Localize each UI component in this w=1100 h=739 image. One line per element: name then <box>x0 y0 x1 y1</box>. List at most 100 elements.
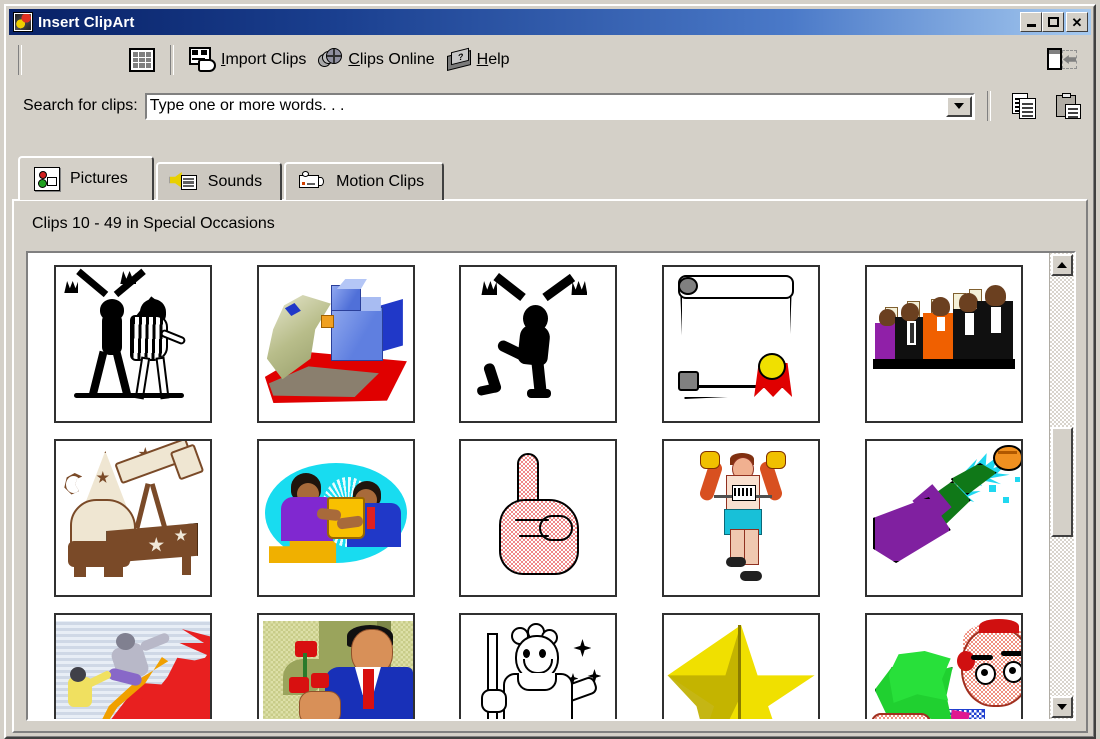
forward-button[interactable] <box>77 42 123 78</box>
maximize-button[interactable] <box>1042 12 1064 32</box>
clip-cell[interactable] <box>842 257 1045 431</box>
clip-thumbnail-champagne-bottle-popping[interactable] <box>864 439 1023 597</box>
change-view-button[interactable] <box>1041 42 1083 78</box>
clip-art-man-in-suit-with-roses <box>259 615 413 719</box>
clips-grid-viewport <box>28 253 1049 719</box>
clip-thumbnail-man-holding-cash[interactable] <box>864 613 1023 719</box>
clip-thumbnail-line-art-cartoon-person[interactable] <box>459 613 618 719</box>
all-categories-grid-icon <box>129 48 155 72</box>
clip-thumbnail-two-celebrating-stick-figures[interactable] <box>54 265 213 423</box>
clip-art-number-one-hand <box>461 441 615 595</box>
scrollbar-track[interactable] <box>1050 277 1074 695</box>
vertical-scrollbar[interactable] <box>1049 253 1074 719</box>
clip-thumbnail-gold-star[interactable] <box>662 613 821 719</box>
import-clips-button[interactable]: Import Clips <box>183 42 312 78</box>
clip-thumbnail-number-one-hand[interactable] <box>459 439 618 597</box>
clip-art-man-holding-cash <box>866 615 1021 719</box>
clips-online-label: Clips Online <box>348 51 435 68</box>
clip-thumbnail-dancing-silhouette[interactable] <box>459 265 618 423</box>
tab-pictures[interactable]: Pictures <box>18 156 154 200</box>
change-to-smaller-window-icon <box>1047 48 1077 72</box>
tab-sounds[interactable]: Sounds <box>155 162 283 200</box>
scroll-down-button[interactable] <box>1051 696 1073 718</box>
clips-list-box <box>26 251 1076 721</box>
search-label: Search for clips: <box>23 97 138 114</box>
search-separator <box>987 91 991 121</box>
caption-button-group: ✕ <box>1020 12 1089 32</box>
clip-cell[interactable] <box>640 257 843 431</box>
paste-button[interactable] <box>1047 88 1091 124</box>
insert-clipart-window: Insert ClipArt ✕ Import Clips Clips Onli… <box>0 0 1100 739</box>
clip-art-wizard-with-telescope <box>56 441 210 595</box>
close-button[interactable]: ✕ <box>1066 12 1088 32</box>
search-combobox[interactable] <box>144 92 975 120</box>
clip-cell[interactable] <box>235 431 438 605</box>
clip-art-crowd-toasting <box>867 267 1021 421</box>
clip-thumbnail-victorious-runner[interactable] <box>662 439 821 597</box>
clips-online-button[interactable]: Clips Online <box>312 42 440 78</box>
search-dropdown-button[interactable] <box>946 95 972 117</box>
clip-thumbnail-award-presentation[interactable] <box>256 439 415 597</box>
clip-cell[interactable] <box>437 605 640 719</box>
clip-thumbnail-blue-gift-boxes-on-red-carpet[interactable] <box>256 265 415 423</box>
paste-icon <box>1056 93 1082 119</box>
clip-art-award-presentation <box>259 441 413 595</box>
clips-grid <box>28 253 1049 719</box>
clip-cell[interactable] <box>235 257 438 431</box>
clip-art-line-art-cartoon-person <box>461 615 615 719</box>
clips-panel: Clips 10 - 49 in Special Occasions <box>12 199 1088 733</box>
help-button[interactable]: ? Help <box>441 42 516 78</box>
clip-cell[interactable] <box>32 257 235 431</box>
clips-online-globe-icon <box>318 48 344 72</box>
clip-cell[interactable] <box>235 605 438 719</box>
clip-thumbnail-wizard-with-telescope[interactable] <box>54 439 213 597</box>
help-book-icon: ? <box>446 47 473 71</box>
clip-cell[interactable] <box>437 257 640 431</box>
triangle-up-icon <box>1057 262 1067 268</box>
maximize-icon <box>1047 17 1059 27</box>
toolbar-right-group <box>1041 42 1091 78</box>
motion-clips-icon <box>298 169 326 195</box>
copy-icon <box>1012 93 1038 119</box>
sounds-icon <box>169 169 198 195</box>
clip-cell[interactable] <box>640 605 843 719</box>
triangle-down-icon <box>1057 704 1067 710</box>
clip-cell[interactable] <box>32 431 235 605</box>
title-bar[interactable]: Insert ClipArt ✕ <box>9 9 1091 35</box>
minimize-button[interactable] <box>1020 12 1042 32</box>
chevron-down-icon <box>954 103 964 109</box>
minimize-icon <box>1026 24 1036 27</box>
tab-sounds-label: Sounds <box>207 173 263 190</box>
tab-strip: Pictures Sounds Motion Clips <box>18 156 446 200</box>
clips-status-text: Clips 10 - 49 in Special Occasions <box>32 215 275 232</box>
toolbar-separator-0 <box>18 45 22 75</box>
clip-art-champagne-bottle-popping <box>867 441 1021 595</box>
search-input[interactable] <box>146 94 946 118</box>
all-categories-button[interactable] <box>123 42 161 78</box>
tab-pictures-label: Pictures <box>70 170 128 187</box>
clip-art-gold-star <box>664 615 818 719</box>
tab-motion-clips[interactable]: Motion Clips <box>284 162 445 200</box>
pictures-icon <box>34 167 60 191</box>
import-clips-icon <box>189 47 217 73</box>
clip-cell[interactable] <box>842 431 1045 605</box>
clip-thumbnail-people-climbing-red-arrow[interactable] <box>54 613 213 719</box>
scrollbar-thumb[interactable] <box>1051 427 1073 537</box>
window-frame: Insert ClipArt ✕ Import Clips Clips Onli… <box>4 4 1096 739</box>
clip-art-two-celebrating-stick-figures <box>56 267 210 421</box>
clip-cell[interactable] <box>32 605 235 719</box>
clip-thumbnail-crowd-toasting[interactable] <box>864 265 1023 423</box>
clip-art-people-climbing-red-arrow <box>56 615 211 719</box>
clip-cell[interactable] <box>437 431 640 605</box>
clip-cell[interactable] <box>640 431 843 605</box>
scroll-up-button[interactable] <box>1051 254 1073 276</box>
help-label: Help <box>476 51 510 68</box>
clip-thumbnail-man-in-suit-with-roses[interactable] <box>256 613 415 719</box>
forward-arrow-icon <box>83 48 117 72</box>
clip-thumbnail-certificate-scroll-with-gold-seal[interactable] <box>662 265 821 423</box>
clip-cell[interactable] <box>842 605 1045 719</box>
back-button[interactable] <box>31 42 77 78</box>
main-toolbar: Import Clips Clips Online ? Help <box>9 37 1091 83</box>
copy-button[interactable] <box>1003 88 1047 124</box>
search-bar: Search for clips: <box>9 83 1091 129</box>
